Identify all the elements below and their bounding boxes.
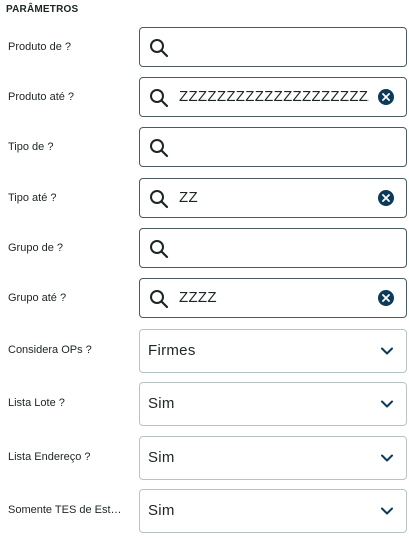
param-row-tipo-ate: Tipo até ? ZZ <box>0 178 409 218</box>
param-label: Tipo até ? <box>8 192 57 204</box>
chevron-down-icon[interactable] <box>380 504 394 518</box>
field-value: ZZZZZZZZZZZZZZZZZZZZZZZ <box>179 88 369 105</box>
section-title: PARÂMETROS <box>6 4 79 15</box>
produto-de-input[interactable] <box>139 27 407 67</box>
chevron-down-icon[interactable] <box>380 344 394 358</box>
tipo-de-input[interactable] <box>139 127 407 167</box>
field-value: ZZ <box>179 189 198 206</box>
chevron-down-icon[interactable] <box>380 451 394 465</box>
lista-lote-select[interactable]: Sim <box>139 382 407 426</box>
search-icon[interactable] <box>149 239 169 259</box>
search-icon[interactable] <box>149 138 169 158</box>
param-row-lista-endereco: Lista Endereço ? Sim <box>0 436 409 480</box>
param-row-produto-de: Produto de ? <box>0 27 409 67</box>
param-label: Produto até ? <box>8 91 75 103</box>
search-icon[interactable] <box>149 189 169 209</box>
param-label: Lista Lote ? <box>8 397 65 409</box>
param-row-lista-lote: Lista Lote ? Sim <box>0 382 409 426</box>
param-row-grupo-de: Grupo de ? <box>0 228 409 268</box>
param-row-grupo-ate: Grupo até ? ZZZZ <box>0 278 409 318</box>
search-icon[interactable] <box>149 289 169 309</box>
select-value: Sim <box>148 449 175 466</box>
param-label: Considera OPs ? <box>8 344 92 356</box>
considera-ops-select[interactable]: Firmes <box>139 329 407 373</box>
tipo-ate-input[interactable]: ZZ <box>139 178 407 218</box>
select-value: Sim <box>148 502 175 519</box>
select-value: Sim <box>148 395 175 412</box>
param-row-tipo-de: Tipo de ? <box>0 127 409 167</box>
field-value: ZZZZ <box>179 289 217 306</box>
chevron-down-icon[interactable] <box>380 397 394 411</box>
param-row-produto-ate: Produto até ? ZZZZZZZZZZZZZZZZZZZZZZZ <box>0 77 409 117</box>
lista-endereco-select[interactable]: Sim <box>139 436 407 480</box>
clear-icon[interactable] <box>378 290 394 306</box>
produto-ate-input[interactable]: ZZZZZZZZZZZZZZZZZZZZZZZ <box>139 77 407 117</box>
grupo-de-input[interactable] <box>139 228 407 268</box>
clear-icon[interactable] <box>378 190 394 206</box>
grupo-ate-input[interactable]: ZZZZ <box>139 278 407 318</box>
clear-icon[interactable] <box>378 89 394 105</box>
param-label: Lista Endereço ? <box>8 451 91 463</box>
param-label: Produto de ? <box>8 41 71 53</box>
param-label: Grupo até ? <box>8 292 67 304</box>
param-label: Tipo de ? <box>8 141 54 153</box>
somente-tes-select[interactable]: Sim <box>139 489 407 533</box>
search-icon[interactable] <box>149 38 169 58</box>
param-label: Grupo de ? <box>8 242 64 254</box>
search-icon[interactable] <box>149 88 169 108</box>
param-row-considera-ops: Considera OPs ? Firmes <box>0 329 409 373</box>
param-row-somente-tes: Somente TES de Estoque ? Sim <box>0 489 409 533</box>
param-label: Somente TES de Estoque ? <box>8 504 126 516</box>
select-value: Firmes <box>148 342 196 359</box>
